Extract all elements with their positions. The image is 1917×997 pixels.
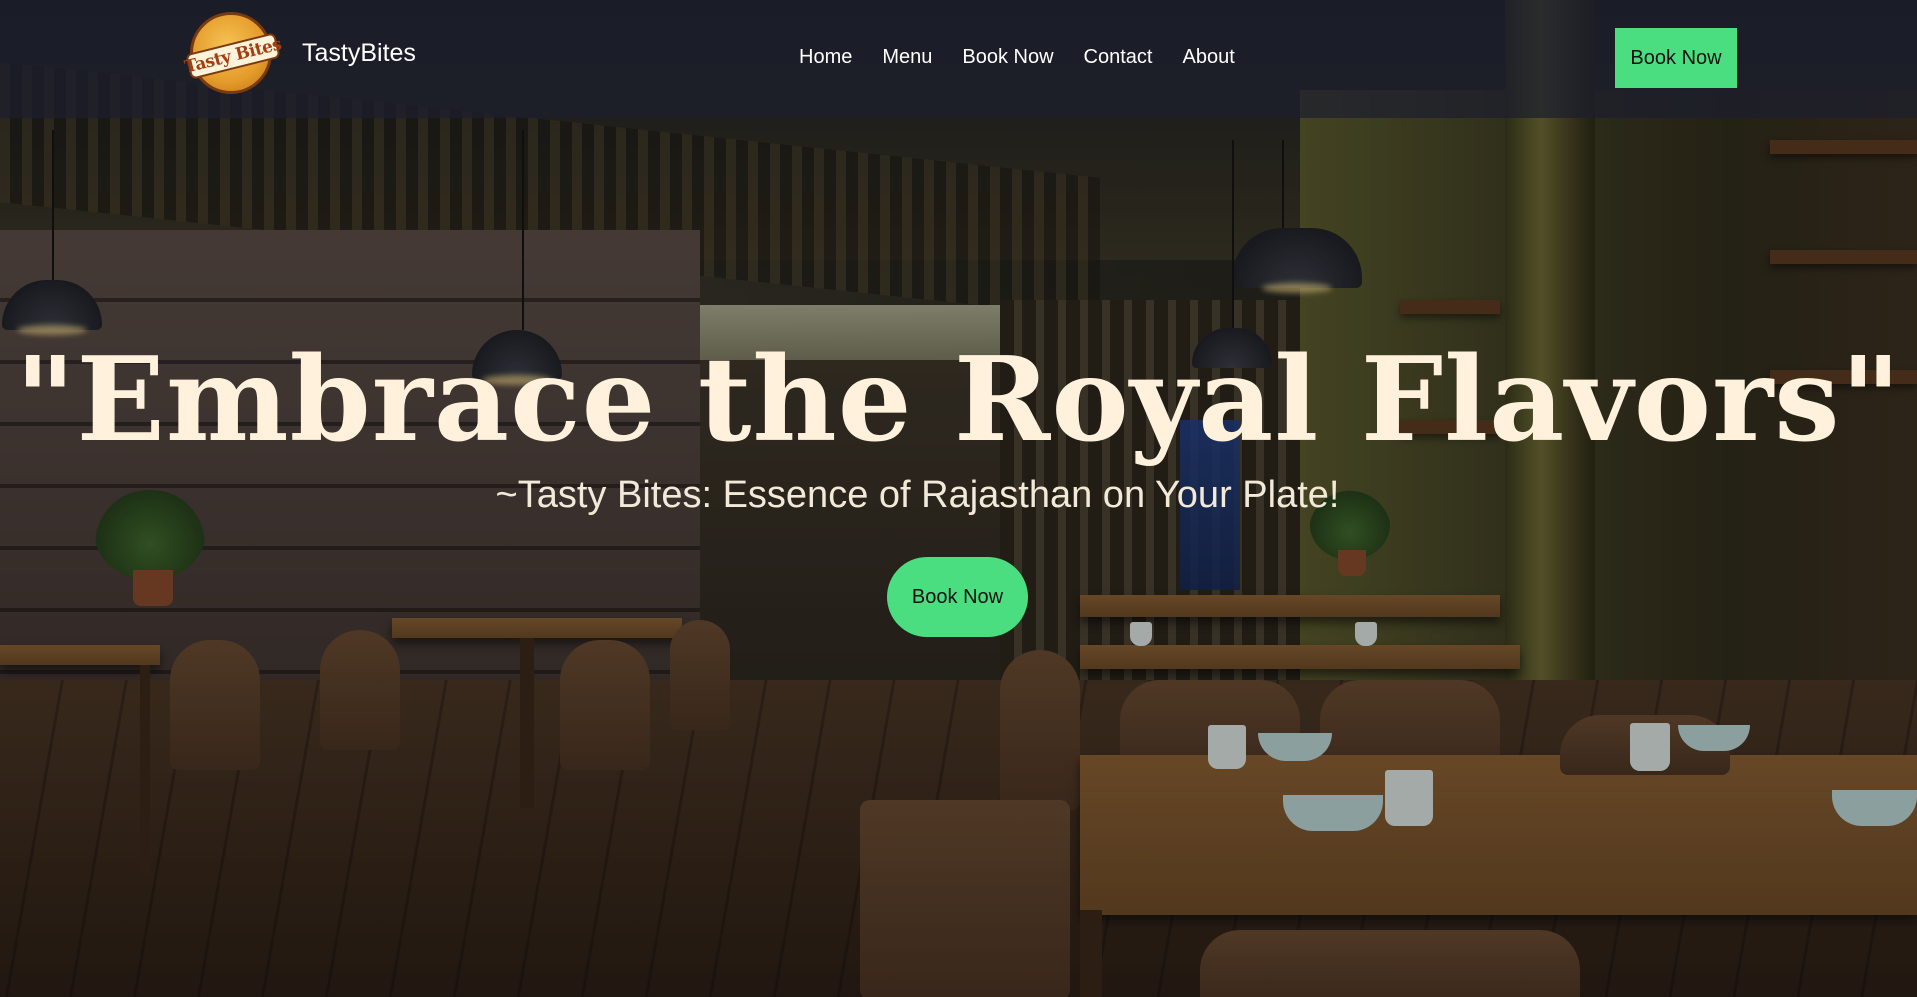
nav-link-menu[interactable]: Menu: [882, 46, 932, 69]
hero-headline: "Embrace the Royal Flavors": [15, 332, 1902, 468]
navbar-book-now-button[interactable]: Book Now: [1615, 28, 1737, 88]
top-navbar: Tasty Bites TastyBites Home Menu Book No…: [0, 0, 1917, 118]
hero-book-now-button[interactable]: Book Now: [887, 557, 1028, 637]
nav-link-about[interactable]: About: [1182, 46, 1234, 69]
hero-content: "Embrace the Royal Flavors" ~Tasty Bites…: [0, 330, 1917, 517]
brand[interactable]: Tasty Bites TastyBites: [183, 12, 416, 94]
tasty-bites-logo-icon[interactable]: Tasty Bites: [183, 12, 283, 94]
nav-link-contact[interactable]: Contact: [1084, 46, 1153, 69]
nav-link-book-now[interactable]: Book Now: [962, 46, 1053, 69]
hero-section: Tasty Bites TastyBites Home Menu Book No…: [0, 0, 1917, 997]
brand-name[interactable]: TastyBites: [302, 39, 416, 68]
nav-link-home[interactable]: Home: [799, 46, 852, 69]
nav-links: Home Menu Book Now Contact About: [799, 46, 1265, 69]
logo-ribbon: Tasty Bites: [182, 32, 284, 80]
hero-subheadline: ~Tasty Bites: Essence of Rajasthan on Yo…: [495, 474, 1340, 516]
logo-text: Tasty Bites: [182, 34, 284, 78]
